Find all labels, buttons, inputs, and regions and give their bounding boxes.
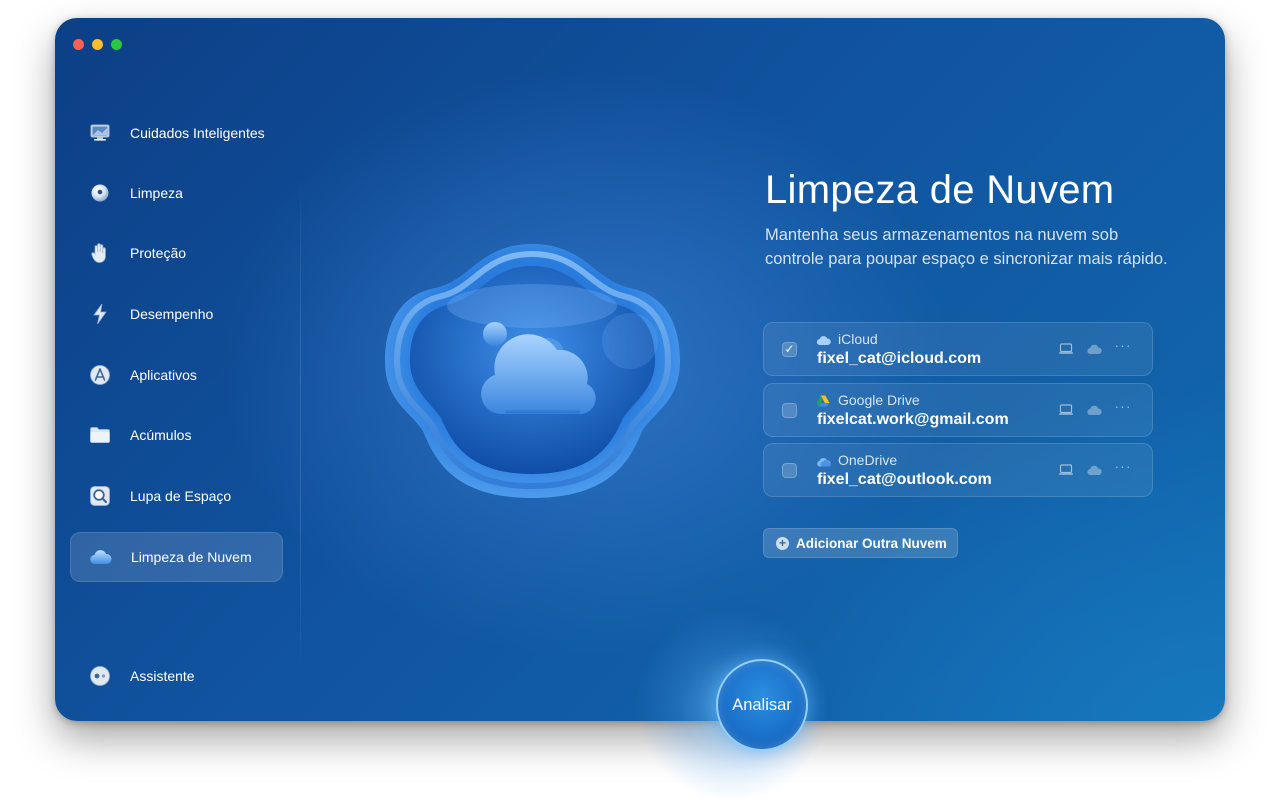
- cloud-icon: [89, 545, 113, 569]
- account-service-name: Google Drive: [838, 392, 920, 408]
- icloud-icon: [816, 333, 831, 346]
- account-email: fixelcat.work@gmail.com: [817, 411, 1009, 428]
- account-email: fixel_cat@icloud.com: [817, 350, 982, 367]
- sidebar-item-label: Assistente: [130, 668, 195, 684]
- laptop-icon[interactable]: [1058, 342, 1074, 356]
- space-lens-icon: [88, 484, 112, 508]
- sidebar-item-label: Aplicativos: [130, 367, 197, 383]
- page-title: Limpeza de Nuvem: [765, 168, 1115, 212]
- sidebar-item-label: Desempenho: [130, 306, 214, 322]
- sidebar-divider: [300, 173, 301, 683]
- sidebar-item-applications[interactable]: Aplicativos: [70, 350, 283, 400]
- laptop-icon[interactable]: [1058, 403, 1074, 417]
- close-window-button[interactable]: [73, 39, 84, 50]
- sidebar-item-label: Acúmulos: [130, 427, 192, 443]
- sidebar-item-assistant[interactable]: Assistente: [70, 651, 283, 701]
- scan-button-label: Analisar: [732, 695, 792, 714]
- sidebar-item-label: Cuidados Inteligentes: [130, 125, 265, 141]
- account-service-name: OneDrive: [838, 452, 898, 468]
- sphere-icon: [88, 181, 112, 205]
- onedrive-icon: [816, 454, 831, 467]
- cloud-illustration: [380, 236, 685, 506]
- minimize-window-button[interactable]: [92, 39, 103, 50]
- scan-button[interactable]: Analisar: [716, 659, 808, 751]
- sidebar-item-label: Lupa de Espaço: [130, 488, 232, 504]
- sidebar-item-clutter[interactable]: Acúmulos: [70, 410, 283, 460]
- window-controls: [73, 39, 122, 50]
- more-options-icon[interactable]: ···: [1115, 398, 1131, 414]
- assistant-icon: [88, 664, 112, 688]
- sidebar-item-protection[interactable]: Proteção: [70, 228, 283, 278]
- cloud-sync-icon[interactable]: [1086, 463, 1102, 477]
- cloud-account-row[interactable]: OneDrive fixel_cat@outlook.com ···: [763, 443, 1153, 497]
- zoom-window-button[interactable]: [111, 39, 122, 50]
- account-checkbox[interactable]: [782, 403, 797, 418]
- lightning-icon: [88, 302, 112, 326]
- add-cloud-label: Adicionar Outra Nuvem: [796, 535, 947, 551]
- account-checkbox[interactable]: ✓: [782, 342, 797, 357]
- account-email: fixel_cat@outlook.com: [817, 471, 992, 488]
- cloud-account-row[interactable]: Google Drive fixelcat.work@gmail.com ···: [763, 383, 1153, 437]
- more-options-icon[interactable]: ···: [1115, 458, 1131, 474]
- sidebar-item-label: Limpeza de Nuvem: [131, 549, 252, 565]
- sidebar-item-label: Proteção: [130, 245, 187, 261]
- add-another-cloud-button[interactable]: + Adicionar Outra Nuvem: [763, 528, 958, 558]
- apps-icon: [88, 363, 112, 387]
- hand-icon: [88, 241, 112, 265]
- folder-icon: [88, 423, 112, 447]
- app-window: Cuidados Inteligentes Limpeza Proteção D…: [55, 18, 1225, 721]
- sidebar-item-space-lens[interactable]: Lupa de Espaço: [70, 471, 283, 521]
- laptop-icon[interactable]: [1058, 463, 1074, 477]
- cloud-account-row[interactable]: ✓ iCloud fixel_cat@icloud.com ···: [763, 322, 1153, 376]
- google-drive-icon: [816, 394, 831, 407]
- sidebar-item-smart-care[interactable]: Cuidados Inteligentes: [70, 108, 283, 158]
- cloud-sync-icon[interactable]: [1086, 342, 1102, 356]
- account-checkbox[interactable]: [782, 463, 797, 478]
- sidebar-item-performance[interactable]: Desempenho: [70, 289, 283, 339]
- monitor-icon: [88, 121, 112, 145]
- account-service-name: iCloud: [838, 331, 878, 347]
- plus-icon: +: [776, 536, 789, 550]
- cloud-sync-icon[interactable]: [1086, 403, 1102, 417]
- sidebar-item-label: Limpeza: [130, 185, 183, 201]
- more-options-icon[interactable]: ···: [1115, 337, 1131, 353]
- sidebar-item-cleanup[interactable]: Limpeza: [70, 168, 283, 218]
- page-subtitle: Mantenha seus armazenamentos na nuvem so…: [765, 226, 1168, 268]
- sidebar-item-cloud-cleanup[interactable]: Limpeza de Nuvem: [70, 532, 283, 582]
